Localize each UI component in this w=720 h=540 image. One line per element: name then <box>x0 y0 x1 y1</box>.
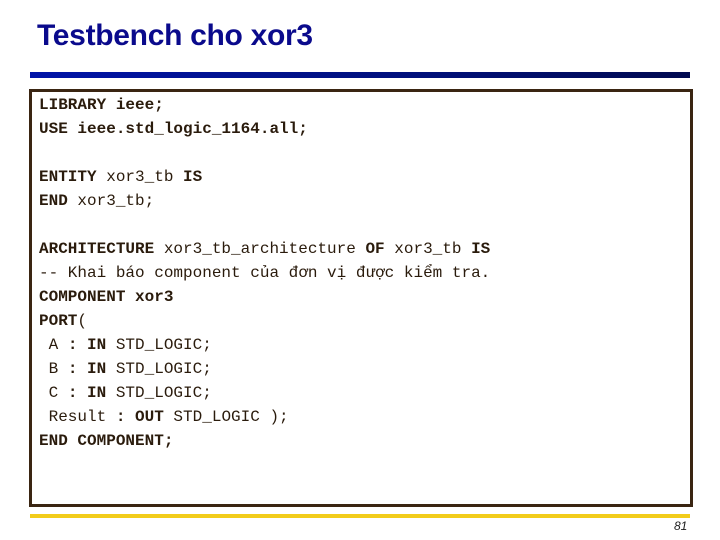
code-text: Result <box>39 408 116 426</box>
code-keyword: IS <box>471 240 491 258</box>
code-text: xor3_tb <box>384 240 472 258</box>
code-text: B <box>39 360 68 378</box>
code-text: C <box>39 384 68 402</box>
code-box: LIBRARY ieee; USE ieee.std_logic_1164.all… <box>29 89 693 507</box>
code-text: xor3_tb_architecture <box>154 240 366 258</box>
code-line: LIBRARY ieee; <box>39 93 490 117</box>
code-keyword: : IN <box>67 384 107 402</box>
code-line: C : IN STD_LOGIC; <box>39 381 490 405</box>
code-keyword: ENTITY <box>39 168 97 186</box>
code-keyword: OF <box>365 240 385 258</box>
code-line: Result : OUT STD_LOGIC ); <box>39 405 490 429</box>
code-keyword: : IN <box>67 360 107 378</box>
code-line: COMPONENT xor3 <box>39 285 490 309</box>
code-keyword: : OUT <box>115 408 164 426</box>
code-text: ( <box>77 312 88 330</box>
footer-bar <box>30 514 690 518</box>
code-line: ENTITY xor3_tb IS <box>39 165 490 189</box>
code-text: STD_LOGIC; <box>106 360 212 378</box>
code-line: -- Khai báo component của đơn vị được ki… <box>39 261 490 285</box>
code-keyword: LIBRARY ieee; <box>39 96 164 114</box>
title-underline-bar <box>30 72 690 78</box>
page-number: 81 <box>674 519 688 533</box>
code-text: -- Khai báo component của đơn vị được ki… <box>39 264 491 282</box>
code-text: xor3_tb; <box>67 192 155 210</box>
code-keyword: IS <box>183 168 203 186</box>
code-text: A <box>39 336 68 354</box>
code-text: STD_LOGIC ); <box>163 408 289 426</box>
code-keyword: PORT <box>39 312 78 330</box>
code-line: END COMPONENT; <box>39 429 490 453</box>
code-keyword: : IN <box>67 336 107 354</box>
code-keyword: COMPONENT xor3 <box>39 288 174 306</box>
code-text: STD_LOGIC; <box>106 336 212 354</box>
slide-title: Testbench cho xor3 <box>37 19 313 52</box>
code-line: USE ieee.std_logic_1164.all; <box>39 117 490 141</box>
code-keyword: USE ieee.std_logic_1164.all; <box>39 120 308 138</box>
code-text: STD_LOGIC; <box>106 384 212 402</box>
code-line: B : IN STD_LOGIC; <box>39 357 490 381</box>
code-line: A : IN STD_LOGIC; <box>39 333 490 357</box>
code-text: xor3_tb <box>96 168 184 186</box>
code-keyword: ARCHITECTURE <box>39 240 155 258</box>
code-line: PORT( <box>39 309 490 333</box>
code-line: END xor3_tb; <box>39 189 490 213</box>
code-keyword: END COMPONENT; <box>39 432 174 450</box>
vhdl-code-block: LIBRARY ieee; USE ieee.std_logic_1164.all… <box>39 93 490 453</box>
code-keyword: END <box>39 192 68 210</box>
code-line: ARCHITECTURE xor3_tb_architecture OF xor… <box>39 237 490 261</box>
